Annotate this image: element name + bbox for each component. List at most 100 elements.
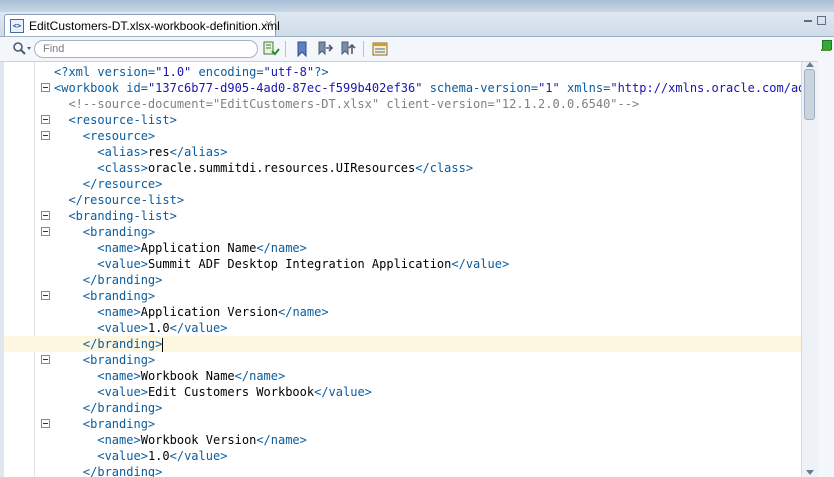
code-line-text: <!--source-document="EditCustomers-DT.xl…	[54, 96, 639, 112]
code-line[interactable]: </resource-list>	[4, 192, 801, 208]
code-line[interactable]: <class>oracle.summitdi.resources.UIResou…	[4, 160, 801, 176]
code-line[interactable]: <value>Summit ADF Desktop Integration Ap…	[4, 256, 801, 272]
code-token: <value>	[97, 257, 148, 271]
code-line[interactable]: <workbook id="137c6b77-d905-4ad0-87ec-f5…	[4, 80, 801, 96]
fold-toggle-icon[interactable]	[41, 131, 50, 140]
code-token: </class>	[415, 161, 474, 175]
code-line[interactable]: <resource-list>	[4, 112, 801, 128]
code-line[interactable]: <name>Application Name</name>	[4, 240, 801, 256]
code-line-text: <value>1.0</value>	[54, 448, 227, 464]
code-token: "1.0"	[155, 65, 199, 79]
code-line[interactable]: </branding>	[4, 464, 801, 477]
fold-toggle-icon[interactable]	[41, 291, 50, 300]
fold-toggle-icon[interactable]	[41, 211, 50, 220]
code-token: Edit Customers Workbook	[147, 385, 315, 399]
minimize-icon[interactable]	[804, 20, 812, 22]
next-bookmark-icon[interactable]	[339, 40, 357, 58]
window-controls	[804, 14, 828, 34]
code-line[interactable]: <branding-list>	[4, 208, 801, 224]
code-line-text: <value>1.0</value>	[54, 320, 227, 336]
fold-toggle-icon[interactable]	[41, 419, 50, 428]
code-line[interactable]: </branding>	[4, 336, 801, 352]
code-token: <resource>	[82, 129, 156, 143]
code-token: id=	[126, 81, 148, 95]
code-line[interactable]: <alias>res</alias>	[4, 144, 801, 160]
bookmark-icon[interactable]	[293, 40, 311, 58]
code-line[interactable]: <name>Workbook Name</name>	[4, 368, 801, 384]
code-line[interactable]: </branding>	[4, 400, 801, 416]
code-token: <?xml	[54, 65, 98, 79]
previous-bookmark-icon[interactable]	[316, 40, 334, 58]
code-token: <class>	[97, 161, 148, 175]
code-token: </branding>	[82, 273, 163, 287]
fold-toggle-icon[interactable]	[41, 115, 50, 124]
code-token: </value>	[169, 321, 228, 335]
toolbar-separator	[363, 41, 364, 57]
code-line[interactable]: </branding>	[4, 272, 801, 288]
vertical-scrollbar[interactable]	[801, 62, 818, 477]
code-line[interactable]: <value>1.0</value>	[4, 320, 801, 336]
code-line-text: <resource>	[54, 128, 155, 144]
find-input[interactable]	[34, 40, 258, 58]
tab-title: EditCustomers-DT.xlsx-workbook-definitio…	[29, 19, 280, 33]
code-line[interactable]: <name>Workbook Version</name>	[4, 432, 801, 448]
code-token: schema-version=	[429, 81, 539, 95]
code-line[interactable]: </resource>	[4, 176, 801, 192]
fold-toggle-icon[interactable]	[41, 83, 50, 92]
code-token: <branding>	[82, 289, 156, 303]
editor-toolbar	[0, 37, 834, 62]
fold-toggle-icon[interactable]	[41, 355, 50, 364]
tab-workbook-definition[interactable]: <> EditCustomers-DT.xlsx-workbook-defini…	[4, 14, 280, 36]
code-line[interactable]: <value>1.0</value>	[4, 448, 801, 464]
code-line[interactable]: <branding>	[4, 224, 801, 240]
code-token: </name>	[234, 369, 286, 383]
code-token: oracle.summitdi.resources.UIResources	[147, 161, 416, 175]
scroll-down-arrow-icon[interactable]	[806, 470, 814, 475]
code-token: </name>	[256, 433, 307, 447]
properties-icon[interactable]	[371, 40, 389, 58]
close-icon[interactable]: ×	[264, 17, 273, 30]
code-line-text: </branding>	[54, 464, 162, 477]
code-line-text: </branding>	[54, 272, 162, 288]
code-line[interactable]: <?xml version="1.0" encoding="utf-8"?>	[4, 64, 801, 80]
xml-source-editor[interactable]: <?xml version="1.0" encoding="utf-8"?> <w…	[4, 62, 801, 477]
code-token: "1"	[538, 81, 567, 95]
code-line[interactable]: <branding>	[4, 416, 801, 432]
code-token: Workbook Name	[140, 369, 235, 383]
code-line[interactable]: <resource>	[4, 128, 801, 144]
code-line-text: <branding>	[54, 224, 155, 240]
scroll-up-arrow-icon[interactable]	[806, 62, 814, 67]
maximize-icon[interactable]	[817, 16, 826, 25]
code-line[interactable]: <branding>	[4, 288, 801, 304]
code-line[interactable]: <branding>	[4, 352, 801, 368]
overview-ruler	[818, 37, 834, 477]
scrollbar-thumb[interactable]	[804, 69, 815, 120]
code-token: <value>	[97, 449, 148, 463]
search-icon[interactable]	[12, 41, 31, 57]
find-toggle-icon[interactable]	[262, 40, 280, 58]
code-line[interactable]: <!--source-document="EditCustomers-DT.xl…	[4, 96, 801, 112]
code-token: </branding>	[82, 401, 163, 415]
code-line[interactable]: <name>Application Version</name>	[4, 304, 801, 320]
code-line[interactable]: <value>Edit Customers Workbook</value>	[4, 384, 801, 400]
fold-toggle-icon[interactable]	[41, 227, 50, 236]
code-token: 1.0	[147, 449, 170, 463]
code-token: "http://xmlns.oracle.com/adf/d	[610, 81, 801, 95]
code-line-text: <workbook id="137c6b77-d905-4ad0-87ec-f5…	[54, 80, 801, 96]
code-line-text: <branding-list>	[54, 208, 176, 224]
code-token: xmlns=	[566, 81, 611, 95]
code-line-text: <class>oracle.summitdi.resources.UIResou…	[54, 160, 473, 176]
code-token: Workbook Version	[140, 433, 257, 447]
